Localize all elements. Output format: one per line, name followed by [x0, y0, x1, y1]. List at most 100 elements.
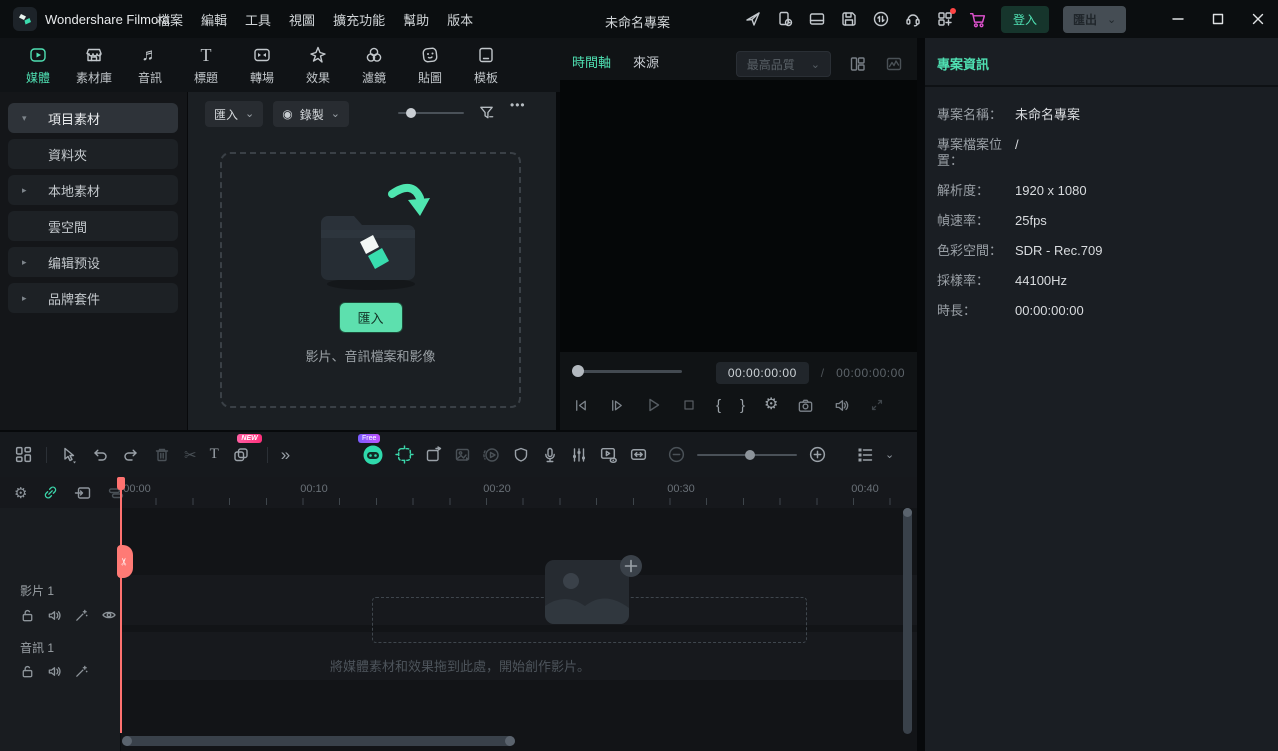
- quality-dropdown[interactable]: 最高品質 ⌄: [736, 51, 831, 77]
- share-icon[interactable]: [744, 10, 762, 28]
- maximize-button[interactable]: [1198, 0, 1238, 38]
- store-cart-icon[interactable]: [968, 10, 987, 29]
- minimize-button[interactable]: [1158, 0, 1198, 38]
- mask-overlay-icon[interactable]: NEW: [232, 446, 250, 464]
- more-tools-icon[interactable]: »: [281, 445, 290, 465]
- shield-protect-icon[interactable]: [512, 446, 530, 464]
- preview-tab-source[interactable]: 來源: [633, 52, 659, 71]
- more-options-icon[interactable]: •••: [510, 98, 526, 112]
- stop-icon[interactable]: [681, 397, 697, 413]
- tab-filters[interactable]: 濾鏡: [346, 38, 402, 92]
- track-height-chevron-icon[interactable]: ⌄: [885, 448, 894, 461]
- volume-icon[interactable]: [833, 397, 850, 414]
- smart-edit-icon[interactable]: [395, 445, 414, 464]
- save-icon[interactable]: [840, 10, 858, 28]
- multiview-icon[interactable]: [849, 55, 867, 73]
- scrubber-knob[interactable]: [572, 365, 584, 377]
- menu-help[interactable]: 幫助: [394, 10, 438, 29]
- zoom-in-icon[interactable]: [808, 445, 827, 464]
- tab-stickers[interactable]: 貼圖: [402, 38, 458, 92]
- play-icon[interactable]: [644, 396, 662, 414]
- zoom-slider-knob[interactable]: [745, 450, 755, 460]
- scrollbar-handle[interactable]: [122, 736, 132, 746]
- close-button[interactable]: [1238, 0, 1278, 38]
- filter-icon[interactable]: [478, 104, 495, 121]
- lock-track-icon[interactable]: [20, 664, 35, 679]
- plugins-grid-icon[interactable]: [936, 10, 954, 28]
- current-timecode[interactable]: 00:00:00:00: [716, 362, 809, 384]
- next-frame-icon[interactable]: [608, 397, 625, 414]
- tab-templates[interactable]: 模板: [458, 38, 514, 92]
- thumbnail-size-slider[interactable]: [398, 112, 464, 114]
- support-headset-icon[interactable]: [904, 10, 922, 28]
- playback-settings-icon[interactable]: ⚙: [764, 397, 778, 413]
- playhead-line[interactable]: [120, 477, 122, 733]
- undo-icon[interactable]: [91, 446, 109, 464]
- delete-icon[interactable]: [153, 446, 171, 464]
- quick-text-icon[interactable]: T: [210, 446, 219, 463]
- playhead-scissors-handle[interactable]: ✂: [117, 545, 133, 578]
- scrollbar-handle[interactable]: [505, 736, 515, 746]
- hide-track-eye-icon[interactable]: [101, 607, 117, 623]
- sidebar-item-project-media[interactable]: ▾ 項目素材: [8, 103, 178, 133]
- mark-in-icon[interactable]: {: [716, 397, 721, 414]
- scrollbar-handle[interactable]: [903, 508, 912, 517]
- menu-file[interactable]: 檔案: [148, 10, 192, 29]
- track-height-icon[interactable]: [856, 446, 874, 464]
- timeline-horizontal-scrollbar[interactable]: [122, 736, 515, 746]
- auto-ripple-icon[interactable]: [629, 445, 648, 464]
- snapshot-camera-icon[interactable]: [797, 397, 814, 414]
- login-button[interactable]: 登入: [1001, 6, 1049, 33]
- track-effects-wand-icon[interactable]: [74, 664, 89, 679]
- screen-record-icon[interactable]: [599, 445, 618, 464]
- tab-audio[interactable]: ♬ 音訊: [122, 38, 178, 92]
- ai-copilot-icon[interactable]: Free: [362, 444, 384, 466]
- render-preview-icon[interactable]: [872, 10, 890, 28]
- tab-transitions[interactable]: 轉場: [234, 38, 290, 92]
- ruler-ticks[interactable]: [120, 498, 907, 505]
- caret-down-icon[interactable]: ▾: [22, 113, 27, 124]
- timeline-vertical-scrollbar[interactable]: [903, 508, 912, 734]
- timeline-settings-gear-icon[interactable]: ⚙: [14, 484, 27, 502]
- caret-right-icon[interactable]: ▸: [22, 293, 27, 304]
- import-dropdown-button[interactable]: 匯入 ⌄: [205, 101, 263, 127]
- previous-frame-icon[interactable]: [572, 397, 589, 414]
- media-dropzone[interactable]: 匯入 影片、音訊檔案和影像: [220, 152, 521, 408]
- timeline-zoom-slider[interactable]: [697, 454, 797, 456]
- playhead-marker[interactable]: [117, 477, 125, 490]
- preview-tab-timeline[interactable]: 時間軸: [572, 52, 611, 71]
- select-cursor-icon[interactable]: [60, 446, 78, 464]
- fullscreen-icon[interactable]: [869, 397, 885, 413]
- redo-icon[interactable]: [122, 446, 140, 464]
- menu-tools[interactable]: 工具: [236, 10, 280, 29]
- caret-right-icon[interactable]: ▸: [22, 185, 27, 196]
- caret-right-icon[interactable]: ▸: [22, 257, 27, 268]
- export-button[interactable]: 匯出 ⌄: [1063, 6, 1126, 33]
- export-chevron-icon[interactable]: ⌄: [1107, 13, 1116, 26]
- sidebar-item-brand-kit[interactable]: ▸ 品牌套件: [8, 283, 178, 313]
- menu-edit[interactable]: 編輯: [192, 10, 236, 29]
- sidebar-item-folder[interactable]: 資料夾: [8, 139, 178, 169]
- tab-titles[interactable]: T 標題: [178, 38, 234, 92]
- phone-mirror-icon[interactable]: [776, 10, 794, 28]
- sidebar-item-local-media[interactable]: ▸ 本地素材: [8, 175, 178, 205]
- track-effects-wand-icon[interactable]: [74, 608, 89, 623]
- preview-scrubber[interactable]: [572, 370, 682, 373]
- sidebar-item-cloud[interactable]: 雲空間: [8, 211, 178, 241]
- link-clips-icon[interactable]: [42, 484, 59, 501]
- sidebar-item-edit-presets[interactable]: ▸ 编辑预设: [8, 247, 178, 277]
- render-preview-play-icon[interactable]: [483, 446, 501, 464]
- tab-stock[interactable]: 素材庫: [66, 38, 122, 92]
- scopes-icon[interactable]: [885, 55, 903, 73]
- mute-track-icon[interactable]: [47, 664, 62, 679]
- import-cta-button[interactable]: 匯入: [338, 302, 402, 333]
- split-scissors-icon[interactable]: ✂: [184, 446, 197, 464]
- menu-view[interactable]: 視圖: [280, 10, 324, 29]
- image-sequence-icon[interactable]: [454, 446, 472, 464]
- export-frame-icon[interactable]: [425, 446, 443, 464]
- audio-mixer-icon[interactable]: [570, 446, 588, 464]
- mark-out-icon[interactable]: }: [740, 397, 745, 414]
- menu-extensions[interactable]: 擴充功能: [324, 10, 394, 29]
- slider-knob[interactable]: [406, 108, 416, 118]
- tab-effects[interactable]: 效果: [290, 38, 346, 92]
